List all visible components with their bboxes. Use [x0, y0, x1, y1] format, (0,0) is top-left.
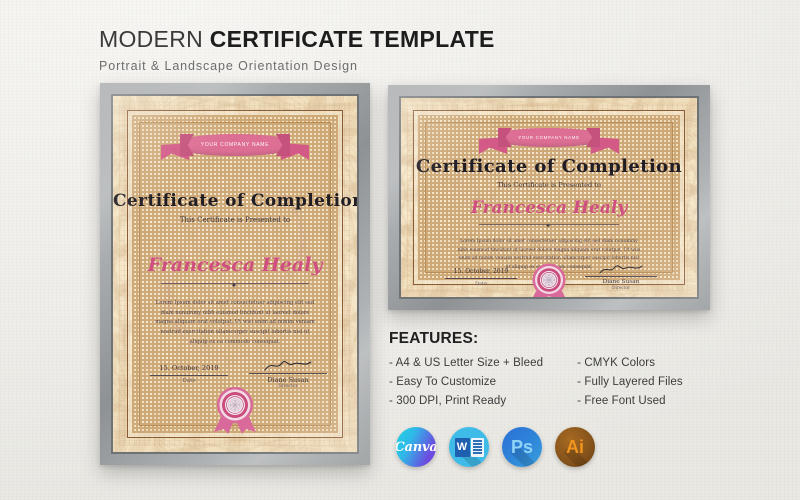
certificate-title: Certificate of Completion: [113, 191, 359, 211]
signer-role: Director: [612, 285, 630, 290]
company-ribbon: YOUR COMPANY NAME: [498, 128, 619, 154]
presented-to-text: This Certificate is Presented to: [497, 181, 601, 189]
photoshop-label: Ps: [510, 436, 534, 457]
date-value: 15. October, 2019: [159, 364, 219, 372]
page-title-light: MODERN: [99, 26, 210, 52]
page-title-bold: CERTIFICATE TEMPLATE: [209, 26, 495, 52]
company-ribbon: YOUR COMPANY NAME: [180, 134, 309, 160]
features-section: FEATURES: - A4 & US Letter Size + Bleed …: [389, 330, 683, 407]
seal-graphic: [214, 387, 256, 434]
ribbon-band: YOUR COMPANY NAME: [498, 128, 600, 147]
word-mark: W: [454, 437, 484, 457]
recipient-name: Francesca Healy: [147, 254, 323, 276]
features-title: FEATURES:: [389, 330, 479, 347]
signer-name: Diane Susan: [267, 376, 309, 384]
portrait-certificate-frame[interactable]: YOUR COMPANY NAME Certificate of Complet…: [100, 83, 370, 465]
ribbon-company-name: YOUR COMPANY NAME: [518, 135, 580, 140]
signature-mark: [599, 265, 643, 274]
signature-rule: [585, 276, 657, 277]
date-rule: [445, 278, 517, 279]
ribbon-notch-left: [180, 134, 194, 156]
feature-item: - Free Font Used: [577, 395, 666, 407]
word-label: W: [454, 437, 470, 457]
name-ornament: ✦: [230, 281, 240, 290]
signer-role: Director: [278, 384, 298, 389]
date-block: 15. October, 2019 Date: [445, 268, 517, 287]
ribbon-company-name: YOUR COMPANY NAME: [200, 142, 270, 148]
page-title: MODERN CERTIFICATE TEMPLATE: [99, 26, 495, 53]
ribbon-band: YOUR COMPANY NAME: [180, 134, 290, 156]
ribbon-notch-left: [498, 128, 512, 147]
presented-to-text: This Certificate is Presented to: [179, 216, 291, 224]
feature-item: - 300 DPI, Print Ready: [389, 395, 507, 407]
feature-item: - A4 & US Letter Size + Bleed: [389, 357, 544, 369]
portrait-certificate: YOUR COMPANY NAME Certificate of Complet…: [113, 96, 357, 452]
word-app-icon[interactable]: W: [449, 427, 489, 467]
feature-item: - Easy To Customize: [389, 376, 497, 388]
recipient-name: Francesca Healy: [470, 198, 628, 218]
features-column-right: - CMYK Colors - Fully Layered Files - Fr…: [577, 357, 683, 407]
certificate-title: Certificate of Completion: [415, 156, 683, 177]
feature-item: - CMYK Colors: [577, 357, 656, 369]
header: MODERN CERTIFICATE TEMPLATE Portrait & L…: [99, 26, 495, 73]
date-block: 15. October, 2019 Date: [150, 364, 228, 384]
photoshop-app-icon[interactable]: Ps: [502, 427, 542, 467]
portrait-frame-inner: YOUR COMPANY NAME Certificate of Complet…: [111, 94, 359, 454]
word-document-glyph: [470, 437, 484, 457]
date-value: 15. October, 2019: [453, 268, 509, 275]
ribbon-notch-right: [586, 128, 600, 147]
signature-rule: [249, 373, 327, 374]
ribbon-notch-right: [276, 134, 290, 156]
landscape-frame-inner: YOUR COMPANY NAME Certificate of Complet…: [399, 96, 699, 299]
seal-graphic: [532, 263, 566, 297]
signature-block: Diane Susan Director: [249, 358, 327, 389]
landscape-certificate: YOUR COMPANY NAME Certificate of Complet…: [401, 98, 697, 297]
page-subtitle: Portrait & Landscape Orientation Design: [99, 59, 358, 73]
date-label: Date: [475, 281, 487, 287]
feature-item: - Fully Layered Files: [577, 376, 683, 388]
certificate-seal: [528, 261, 570, 297]
illustrator-label: Ai: [566, 436, 584, 457]
name-ornament: ✦: [545, 223, 553, 230]
canva-app-icon[interactable]: Canva: [396, 427, 436, 467]
features-columns: - A4 & US Letter Size + Bleed - Easy To …: [389, 357, 683, 407]
certificate-seal: [212, 384, 258, 436]
app-icons-row: Canva W Ps Ai: [396, 427, 595, 467]
canva-label: Canva: [396, 439, 436, 455]
certificate-body-text: Lorem Ipsum dolor sit amet consectetuer …: [155, 300, 315, 345]
date-rule: [150, 375, 228, 376]
signature-mark: [264, 360, 312, 371]
landscape-certificate-frame[interactable]: YOUR COMPANY NAME Certificate of Complet…: [388, 85, 710, 310]
features-column-left: - A4 & US Letter Size + Bleed - Easy To …: [389, 357, 543, 407]
illustrator-app-icon[interactable]: Ai: [555, 427, 595, 467]
signature-block: Diane Susan Director: [585, 263, 657, 290]
